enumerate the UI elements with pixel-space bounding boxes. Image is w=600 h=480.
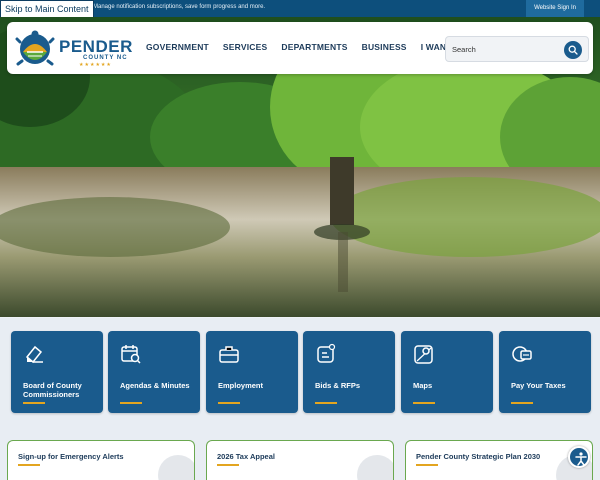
calendar-search-icon bbox=[121, 345, 141, 364]
decorative-seal-icon bbox=[158, 455, 194, 480]
quick-link-bids-rfps[interactable]: Bids & RFPs bbox=[303, 331, 395, 413]
decorative-seal-icon bbox=[357, 455, 393, 480]
nav-item-government[interactable]: GOVERNMENT bbox=[139, 42, 216, 56]
accent-bar bbox=[218, 402, 240, 404]
pender-county-logo[interactable]: PENDER COUNTY NC ★★★★★★ bbox=[15, 28, 133, 70]
search-box bbox=[445, 36, 589, 62]
search-button[interactable] bbox=[564, 41, 582, 59]
website-sign-in-link[interactable]: Website Sign In bbox=[526, 0, 584, 17]
search-icon bbox=[568, 45, 578, 55]
quick-link-maps[interactable]: Maps bbox=[401, 331, 493, 413]
skip-to-main-content-link[interactable]: Skip to Main Content bbox=[0, 0, 94, 18]
accessibility-button[interactable] bbox=[568, 446, 590, 468]
quick-link-label: Employment bbox=[218, 381, 264, 390]
card-tax-appeal[interactable]: 2026 Tax Appeal bbox=[206, 440, 394, 480]
quick-link-agendas-minutes[interactable]: Agendas & Minutes bbox=[108, 331, 200, 413]
card-label: Sign-up for Emergency Alerts bbox=[18, 452, 124, 461]
nav-item-business[interactable]: BUSINESS bbox=[355, 42, 414, 56]
logo-title: PENDER bbox=[59, 37, 133, 56]
document-icon bbox=[317, 343, 336, 363]
quick-link-label: Bids & RFPs bbox=[315, 381, 361, 390]
main-navigation: GOVERNMENT SERVICES DEPARTMENTS BUSINESS… bbox=[139, 42, 473, 56]
notification-banner-text: nt - Manage notification subscriptions, … bbox=[82, 4, 265, 10]
accent-bar bbox=[315, 402, 337, 404]
quick-link-label: Pay Your Taxes bbox=[511, 381, 566, 390]
accent-bar bbox=[416, 464, 438, 466]
card-label: Pender County Strategic Plan 2030 bbox=[416, 452, 541, 461]
accent-bar bbox=[217, 464, 239, 466]
quick-link-label: Maps bbox=[413, 381, 433, 390]
quick-link-pay-your-taxes[interactable]: Pay Your Taxes bbox=[499, 331, 591, 413]
accent-bar bbox=[23, 402, 45, 404]
eraser-icon bbox=[25, 345, 43, 364]
accent-bar bbox=[511, 402, 533, 404]
accessibility-icon bbox=[575, 452, 587, 466]
card-emergency-alerts[interactable]: Sign-up for Emergency Alerts bbox=[7, 440, 195, 480]
card-strategic-plan[interactable]: Pender County Strategic Plan 2030 bbox=[405, 440, 593, 480]
notice-text: - Manage notification subscriptions, sav… bbox=[87, 4, 266, 10]
quick-link-employment[interactable]: Employment bbox=[206, 331, 298, 413]
turtle-logo-icon bbox=[15, 30, 55, 66]
map-pin-icon bbox=[414, 345, 433, 364]
nav-item-services[interactable]: SERVICES bbox=[216, 42, 274, 56]
quick-link-board-of-county-commissioners[interactable]: Board of County Commissioners bbox=[11, 331, 103, 413]
accent-bar bbox=[413, 402, 435, 404]
quick-link-label: Board of County Commissioners bbox=[23, 381, 82, 399]
accent-bar bbox=[18, 464, 40, 466]
search-input[interactable] bbox=[452, 42, 552, 56]
accent-bar bbox=[120, 402, 142, 404]
briefcase-icon bbox=[219, 346, 239, 363]
quick-link-label: Agendas & Minutes bbox=[120, 381, 190, 390]
logo-subtitle: COUNTY NC bbox=[83, 55, 128, 61]
logo-stars: ★★★★★★ bbox=[79, 62, 112, 68]
nav-item-departments[interactable]: DEPARTMENTS bbox=[274, 42, 354, 56]
money-icon bbox=[512, 346, 532, 362]
site-header: PENDER COUNTY NC ★★★★★★ GOVERNMENT SERVI… bbox=[7, 22, 593, 74]
card-label: 2026 Tax Appeal bbox=[217, 452, 275, 461]
